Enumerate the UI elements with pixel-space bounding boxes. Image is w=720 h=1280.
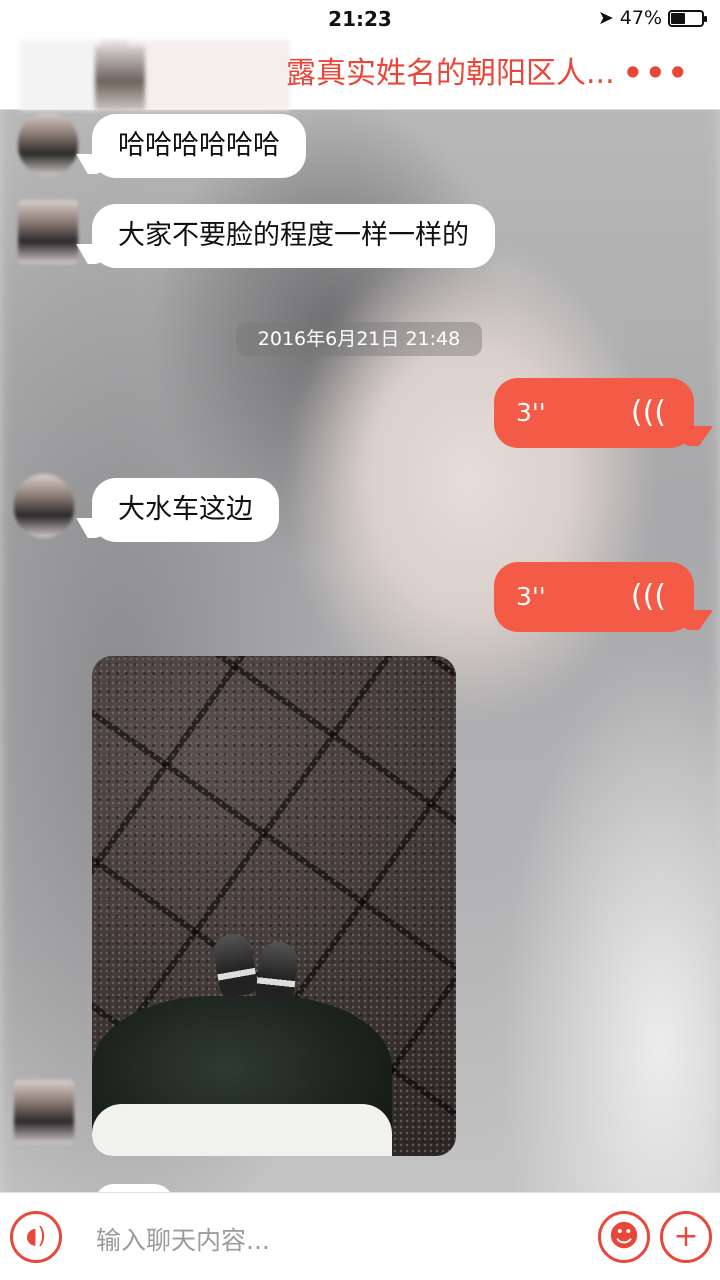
avatar[interactable] — [14, 1080, 74, 1144]
photo-white-area — [92, 1104, 392, 1156]
timestamp: 2016年6月21日 21:48 — [236, 322, 482, 356]
avatar[interactable] — [18, 112, 78, 176]
voice-wave-icon: ((( — [630, 395, 666, 430]
message-bubble[interactable]: 哈哈哈哈哈哈 — [92, 114, 306, 178]
battery-fill — [671, 12, 685, 24]
voice-duration: 3'' — [516, 398, 546, 427]
battery-percent: 47% — [619, 7, 662, 29]
voice-message-bubble[interactable]: 3'' ((( — [494, 378, 694, 448]
image-message[interactable] — [92, 656, 456, 1156]
emoji-icon[interactable]: ☻ — [598, 1211, 650, 1263]
message-input[interactable]: 输入聊天内容... — [96, 1221, 270, 1257]
voice-duration: 3'' — [516, 582, 546, 611]
nav-bar: 露真实姓名的朝阳区人... ••• — [0, 38, 720, 110]
back-button-blurred[interactable] — [20, 40, 290, 110]
message-bubble[interactable]: 大水车这边 — [92, 478, 279, 542]
location-arrow-icon: ➤ — [597, 7, 614, 29]
avatar[interactable] — [14, 474, 74, 538]
voice-message-bubble[interactable]: 3'' ((( — [494, 562, 694, 632]
voice-wave-icon: ((( — [630, 579, 666, 614]
input-bar: ◖) 输入聊天内容... ☻ + — [0, 1192, 720, 1280]
status-bar: 21:23 ➤ 47% — [0, 0, 720, 38]
battery-icon — [668, 9, 707, 27]
plus-icon[interactable]: + — [660, 1211, 712, 1263]
more-options-button[interactable]: ••• — [623, 54, 690, 92]
message-bubble[interactable]: 大家不要脸的程度一样一样的 — [92, 204, 495, 268]
voice-icon[interactable]: ◖) — [10, 1211, 62, 1263]
chat-title: 露真实姓名的朝阳区人... — [286, 56, 615, 91]
status-right: ➤ 47% — [597, 7, 707, 29]
group-avatar — [95, 46, 145, 110]
avatar[interactable] — [18, 200, 78, 264]
